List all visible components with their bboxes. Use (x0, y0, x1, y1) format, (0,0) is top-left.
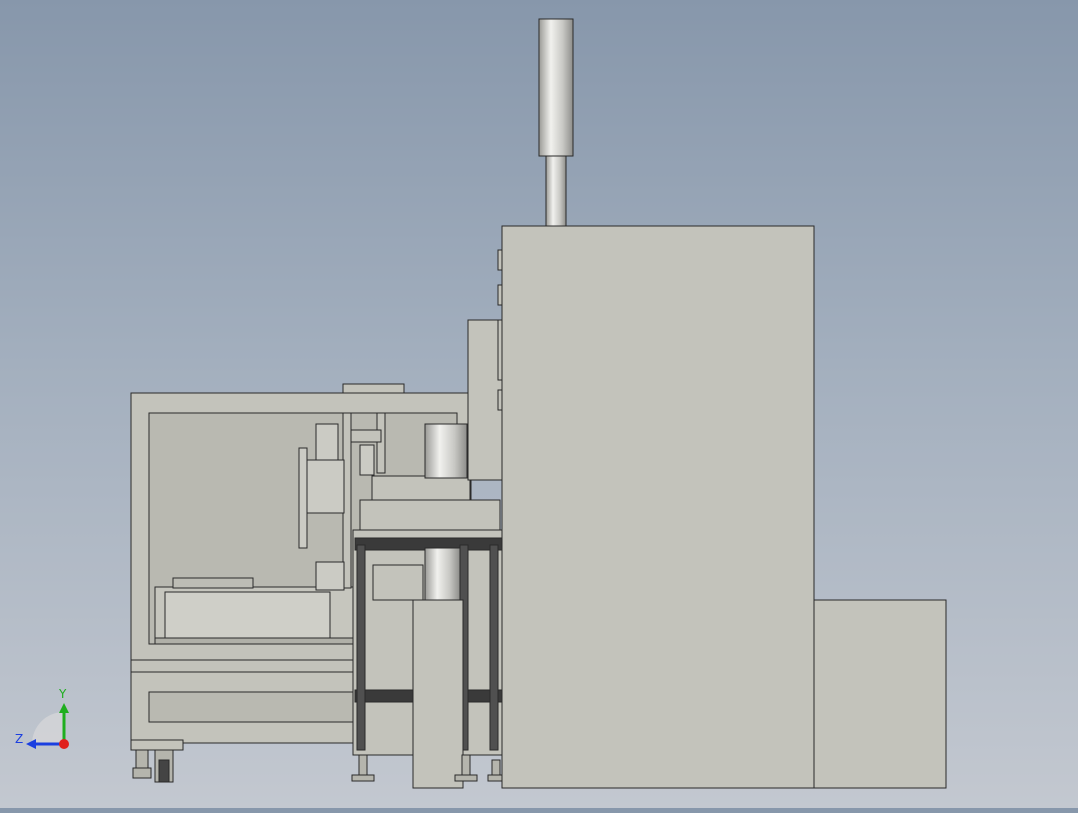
z-axis-label: Z (15, 732, 23, 746)
triad-arc (32, 712, 64, 744)
coordinate-triad[interactable]: Y Z (10, 683, 80, 755)
top-cylinder (538, 18, 574, 227)
model-viewport[interactable] (0, 0, 1078, 808)
base-frame (352, 529, 504, 789)
y-axis-arrow-icon (59, 703, 69, 713)
z-axis-arrow-icon (26, 739, 36, 749)
caster-left (132, 749, 174, 783)
y-axis-label: Y (58, 687, 67, 701)
main-cabinet (497, 225, 815, 789)
machine-drawing (130, 18, 947, 789)
side-cabinet (813, 599, 947, 789)
triad-graphic: Y Z (15, 687, 69, 749)
x-axis-dot-icon (59, 739, 69, 749)
